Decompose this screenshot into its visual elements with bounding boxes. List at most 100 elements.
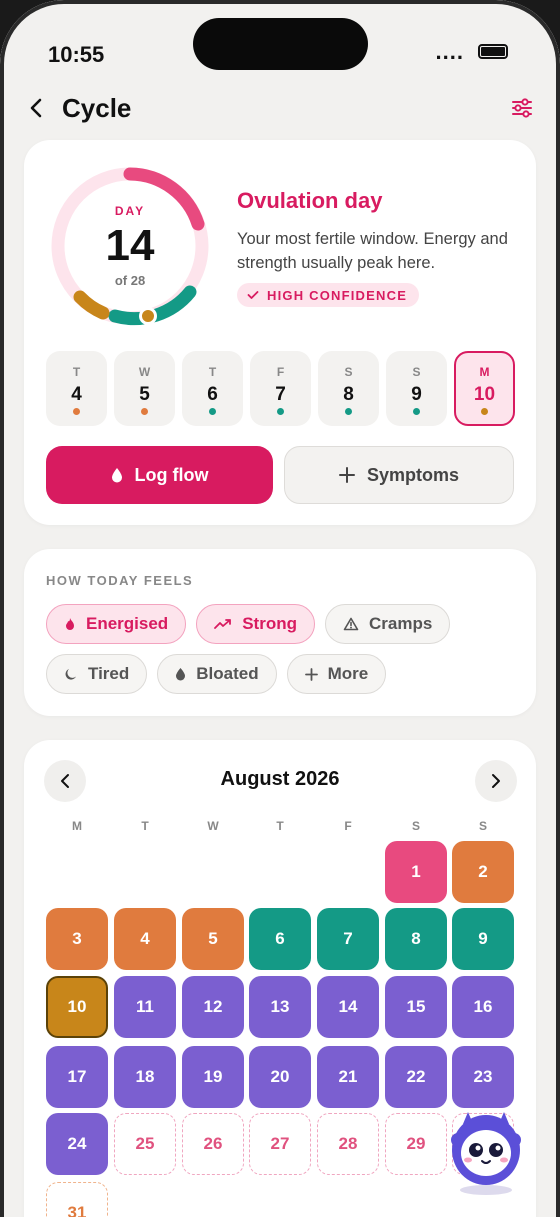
- next-month-button[interactable]: [475, 760, 517, 802]
- calendar-day[interactable]: 12: [182, 976, 244, 1038]
- plus-icon: [338, 467, 355, 483]
- calendar-day[interactable]: 2: [452, 841, 514, 903]
- feels-card: HOW TODAY FEELS Energised Strong Cramps Tir…: [24, 549, 536, 716]
- day-strip-item[interactable]: S9: [386, 351, 447, 426]
- chip-label: Bloated: [196, 664, 259, 683]
- calendar-day[interactable]: 19: [182, 1046, 244, 1108]
- calendar-day[interactable]: 6: [249, 908, 311, 970]
- calendar-day[interactable]: 8: [385, 908, 447, 970]
- calendar-day[interactable]: 5: [182, 908, 244, 970]
- weekday-label: F: [344, 819, 352, 833]
- drop-icon: [111, 468, 122, 483]
- ring-cycle-length: of 28: [114, 273, 146, 288]
- calendar-day[interactable]: 15: [385, 976, 447, 1038]
- symptoms-button[interactable]: Symptoms: [284, 446, 514, 504]
- calendar-day[interactable]: 13: [249, 976, 311, 1038]
- day-number: 7: [275, 384, 286, 405]
- phase-title: Ovulation day: [237, 188, 383, 213]
- day-strip-item[interactable]: T4: [46, 351, 107, 426]
- day-number: 10: [473, 384, 496, 405]
- moon-icon: [64, 667, 78, 681]
- chip-label: More: [327, 664, 369, 683]
- cycle-card: DAY 14 of 28 Ovulation day Your most fer…: [24, 140, 536, 525]
- calendar-day[interactable]: 17: [46, 1046, 108, 1108]
- day-strip-item[interactable]: S8: [318, 351, 379, 426]
- day-number: 8: [343, 384, 354, 405]
- filter-button[interactable]: [508, 94, 536, 122]
- day-number: 9: [411, 384, 422, 405]
- chip-label: Tired: [88, 664, 130, 683]
- feeling-chip-strong[interactable]: Strong: [196, 604, 315, 644]
- day-letter: M: [479, 365, 490, 379]
- weekday-label: M: [72, 819, 82, 833]
- feels-title: HOW TODAY FEELS: [46, 573, 194, 588]
- feeling-chip-energised[interactable]: Energised: [46, 604, 187, 644]
- calendar-day[interactable]: 1: [385, 841, 447, 903]
- log-flow-button[interactable]: Log flow: [46, 446, 273, 504]
- symptoms-label: Symptoms: [366, 464, 460, 485]
- trending-up-icon: [214, 618, 232, 630]
- plus-icon: [304, 667, 318, 681]
- day-strip-item[interactable]: F7: [250, 351, 311, 426]
- day-strip-item[interactable]: M 10: [454, 351, 515, 426]
- confidence-label: HIGH CONFIDENCE: [267, 287, 408, 303]
- battery-icon: [478, 44, 508, 59]
- page-header: Cycle: [24, 88, 536, 128]
- day-letter: T: [208, 365, 217, 379]
- calendar-day[interactable]: 7: [317, 908, 379, 970]
- calendar-day[interactable]: 14: [317, 976, 379, 1038]
- drop-icon: [175, 667, 186, 681]
- ring-day-label: DAY: [114, 204, 146, 218]
- weekday-label: S: [478, 819, 487, 833]
- phase-dot: [345, 408, 352, 415]
- day-letter: F: [276, 365, 285, 379]
- phase-dot: [73, 408, 80, 415]
- chip-label: Cramps: [368, 614, 433, 633]
- calendar-day[interactable]: 21: [317, 1046, 379, 1108]
- phase-dot: [209, 408, 216, 415]
- calendar-day[interactable]: 20: [249, 1046, 311, 1108]
- weekday-label: T: [141, 819, 149, 833]
- feeling-chip-tired[interactable]: Tired: [46, 654, 148, 694]
- warning-icon: [343, 617, 359, 631]
- phone-screen: 10:55 .... Cycle DAY 14 of 28 Ovulation …: [0, 0, 560, 1217]
- assistant-mascot-button[interactable]: [446, 1098, 526, 1196]
- signal-icon: ....: [435, 38, 464, 64]
- calendar-day[interactable]: 27: [249, 1113, 311, 1175]
- check-icon: [247, 291, 259, 299]
- calendar-day[interactable]: 9: [452, 908, 514, 970]
- back-button[interactable]: [24, 88, 48, 128]
- weekday-label: S: [411, 819, 420, 833]
- chevron-left-icon: [30, 98, 42, 118]
- calendar-day[interactable]: 4: [114, 908, 176, 970]
- feeling-chip-cramps[interactable]: Cramps: [324, 604, 451, 644]
- feeling-chip-bloated[interactable]: Bloated: [157, 654, 277, 694]
- phase-dot: [413, 408, 420, 415]
- calendar-day[interactable]: 3: [46, 908, 108, 970]
- day-letter: W: [138, 365, 151, 379]
- calendar-day[interactable]: 31: [46, 1182, 108, 1217]
- chip-label: Strong: [242, 614, 297, 633]
- calendar-day[interactable]: 16: [452, 976, 514, 1038]
- calendar-day[interactable]: 22: [385, 1046, 447, 1108]
- calendar-day[interactable]: 11: [114, 976, 176, 1038]
- day-strip-item[interactable]: W5: [114, 351, 175, 426]
- chip-label: Energised: [86, 614, 169, 633]
- phase-dot: [141, 408, 148, 415]
- flame-icon: [64, 617, 76, 631]
- calendar-day[interactable]: 26: [182, 1113, 244, 1175]
- calendar-day[interactable]: 25: [114, 1113, 176, 1175]
- confidence-badge: HIGH CONFIDENCE: [237, 283, 420, 307]
- ring-follicular-arc: [73, 290, 110, 320]
- calendar-day[interactable]: 10: [46, 976, 108, 1038]
- status-time: 10:55: [48, 42, 105, 67]
- day-strip: T 4 W 5 T 6 F 7 S 8 S 9 M 10: [46, 351, 515, 426]
- calendar-day[interactable]: 29: [385, 1113, 447, 1175]
- calendar-day[interactable]: 24: [46, 1113, 108, 1175]
- day-strip-item[interactable]: T6: [182, 351, 243, 426]
- chevron-right-icon: [492, 774, 500, 788]
- calendar-day[interactable]: 18: [114, 1046, 176, 1108]
- calendar-day[interactable]: 28: [317, 1113, 379, 1175]
- feeling-chip-more[interactable]: More: [286, 654, 387, 694]
- day-letter: T: [72, 365, 81, 379]
